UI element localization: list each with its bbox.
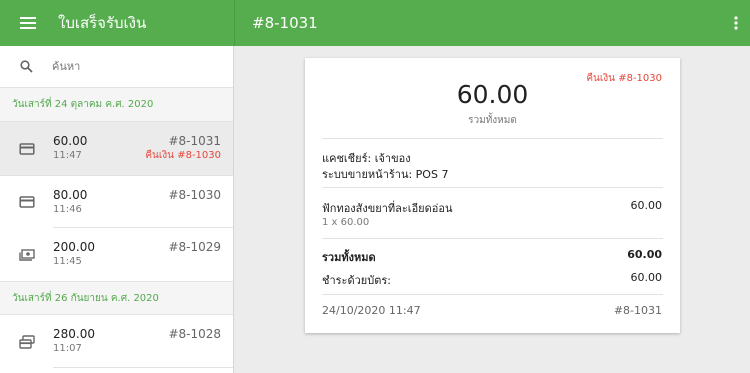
payment-value: 60.00 [630, 271, 663, 284]
divider [322, 187, 663, 188]
receipt-card: คืนเงิน #8-1030 60.00 รวมทั้งหมด แคชเชีย… [305, 58, 680, 333]
divider [322, 294, 663, 295]
row-amount: 280.00 [53, 327, 95, 341]
receipt-footer: 24/10/2020 11:47 #8-1031 [322, 304, 662, 317]
row-amount: 200.00 [53, 240, 95, 254]
date-header: วันเสาร์ที่ 26 กันยายน ค.ศ. 2020 [0, 281, 233, 315]
date-header: วันเสาร์ที่ 24 ตุลาคม ค.ศ. 2020 [0, 88, 233, 122]
receipt-total-caption: รวมทั้งหมด [468, 115, 517, 126]
item-line: ฟักทองสังขยาที่ละเอียดอ่อน 60.00 [322, 199, 662, 217]
card-icon [0, 141, 53, 157]
total-value: 60.00 [627, 248, 662, 261]
more-vert-icon[interactable] [722, 0, 750, 46]
row-time: 11:47 [53, 150, 82, 161]
payment-line: ชำระด้วยบัตร: 60.00 [322, 271, 662, 289]
total-label: รวมทั้งหมด [322, 251, 376, 264]
row-time: 11:46 [53, 203, 82, 215]
pos-line: ระบบขายหน้าร้าน: POS 7 [322, 165, 662, 183]
payment-label: ชำระด้วยบัตร: [322, 274, 391, 287]
cash-icon [0, 247, 53, 263]
pos-label: ระบบขายหน้าร้าน: POS 7 [322, 168, 449, 181]
divider [322, 238, 663, 239]
receipt-row[interactable]: 280.00 11:07 #8-1028 [0, 315, 233, 368]
app-title: ใบเสร็จรับเงิน [58, 14, 147, 32]
item-name: ฟักทองสังขยาที่ละเอียดอ่อน [322, 202, 453, 215]
divider [322, 138, 663, 139]
row-time: 11:07 [53, 343, 82, 354]
item-quantity-line: 1 x 60.00 [322, 217, 662, 228]
row-receipt-number: #8-1031 [168, 134, 221, 148]
receipt-row[interactable]: 200.00 11:45 #8-1029 [0, 228, 233, 281]
item-quantity: 1 x 60.00 [322, 217, 370, 228]
total-line: รวมทั้งหมด 60.00 [322, 248, 662, 266]
menu-icon[interactable] [0, 0, 56, 46]
app-bar-left: ใบเสร็จรับเงิน [0, 0, 234, 46]
row-refund-label: คืนเงิน #8-1030 [145, 150, 221, 161]
receipt-total-amount: 60.00 [456, 80, 529, 109]
receipt-row[interactable]: 80.00 11:46 #8-1030 [0, 175, 233, 228]
receipt-datetime: 24/10/2020 11:47 [322, 304, 421, 317]
multiple-payment-icon [0, 334, 53, 350]
receipt-number-title: #8-1031 [252, 14, 318, 32]
row-time: 11:45 [53, 256, 82, 267]
card-icon [0, 194, 53, 210]
search-icon [0, 60, 52, 73]
row-amount: 80.00 [53, 187, 88, 202]
row-receipt-number: #8-1030 [168, 187, 221, 202]
row-divider [53, 367, 233, 368]
row-receipt-number: #8-1029 [168, 240, 221, 254]
row-amount: 60.00 [53, 134, 88, 148]
search-bar [0, 46, 233, 88]
search-input[interactable] [52, 60, 212, 73]
app-bar-right: #8-1031 [235, 0, 750, 46]
receipt-row[interactable]: 60.00 11:47 #8-1031 คืนเงิน #8-1030 [0, 122, 233, 175]
receipt-list-pane: วันเสาร์ที่ 24 ตุลาคม ค.ศ. 2020 60.00 11… [0, 46, 234, 373]
row-receipt-number: #8-1028 [168, 327, 221, 341]
item-price: 60.00 [630, 199, 663, 212]
receipt-footer-number: #8-1031 [613, 304, 662, 317]
